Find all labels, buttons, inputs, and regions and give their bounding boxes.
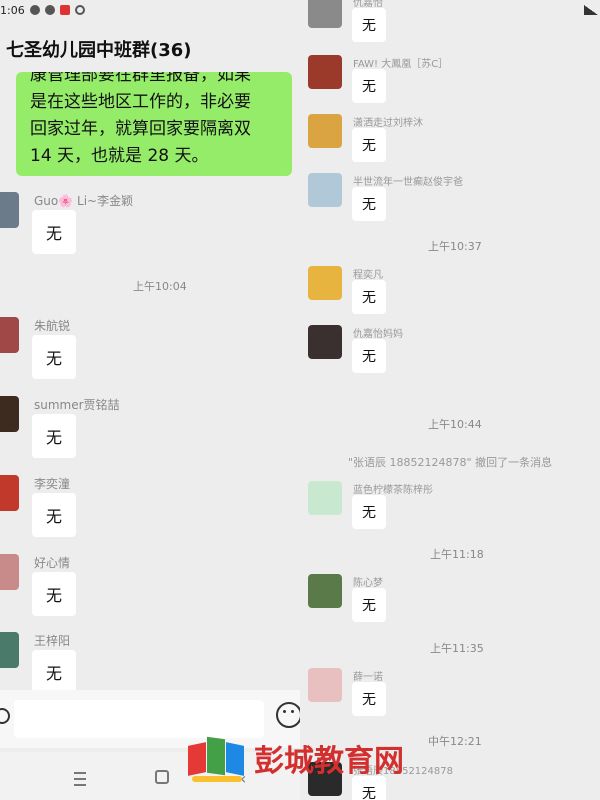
avatar[interactable]: [308, 325, 342, 359]
status-time: 1:06: [0, 3, 25, 17]
sender-name: 好心情: [34, 556, 71, 570]
sender-name: 程奕凡: [353, 270, 383, 281]
sender-name: summer贾铭喆: [34, 398, 120, 412]
message-row: 蓝色柠檬茶陈梓彤 无: [308, 481, 598, 537]
message-row: 仇嘉怡妈妈 无: [308, 325, 598, 381]
message-row: 仇嘉怡 无: [308, 0, 598, 50]
right-chat-pane: 仇嘉怡 无 FAW! 大鳳凰［苏C］ 无 潇洒走过刘梓沐 无 半世流年一世癫赵俊…: [300, 0, 600, 800]
message-bubble[interactable]: 无: [352, 128, 386, 162]
notification-icon: [44, 5, 55, 15]
message-row: 好心情 无: [0, 554, 300, 616]
message-row: 半世流年一世癫赵俊宇爸 无: [308, 173, 598, 229]
recall-notice: "张语辰 18852124878" 撤回了一条消息: [348, 456, 553, 469]
menu-nav-icon[interactable]: [74, 772, 86, 786]
message-bubble[interactable]: 无: [32, 210, 76, 254]
message-bubble[interactable]: 无: [32, 650, 76, 694]
message-row: 陈心梦 无: [308, 574, 598, 630]
message-row: 薛一诺 无: [308, 668, 598, 724]
avatar[interactable]: [308, 481, 342, 515]
emoji-icon[interactable]: [276, 702, 300, 728]
sender-name: 李奕潼: [34, 477, 71, 491]
timestamp: 上午10:37: [428, 240, 482, 253]
message-row: FAW! 大鳳凰［苏C］ 无: [308, 55, 598, 111]
avatar[interactable]: [0, 554, 19, 590]
book-logo-icon: [188, 736, 246, 784]
message-row: 王梓阳 无: [0, 632, 300, 694]
avatar[interactable]: [0, 475, 19, 511]
timestamp: 上午10:04: [133, 280, 187, 293]
timestamp: 上午11:35: [430, 642, 484, 655]
watermark-text: 彭城教育网: [254, 744, 404, 779]
avatar[interactable]: [0, 396, 19, 432]
app-notification-icon: [59, 5, 70, 15]
message-row: summer贾铭喆 无: [0, 396, 300, 458]
message-row: 朱航锐 无: [0, 317, 300, 379]
message-bubble[interactable]: 无: [32, 335, 76, 379]
notification-icon: [29, 5, 40, 15]
sender-name: 蓝色柠檬茶陈梓彤: [353, 485, 433, 496]
message-bubble[interactable]: 无: [352, 69, 386, 103]
home-nav-icon[interactable]: [155, 770, 169, 784]
timestamp: 中午12:21: [428, 735, 482, 748]
avatar[interactable]: [308, 114, 342, 148]
chat-title: 七圣幼儿园中班群(36): [6, 40, 192, 61]
left-chat-pane: 1:06 七圣幼儿园中班群(36) 康管理部要在群里报备，如果 是在这些地区工作…: [0, 0, 300, 800]
sender-name: Guo🌸 Li~李金颖: [34, 194, 134, 208]
message-bubble[interactable]: 无: [352, 339, 386, 373]
sender-name: 潇洒走过刘梓沐: [353, 118, 423, 129]
avatar[interactable]: [0, 317, 19, 353]
message-row: 潇洒走过刘梓沐 无: [308, 114, 598, 170]
message-line: 回家过年，就算回家要隔离双: [30, 119, 251, 139]
sender-name: 仇嘉怡妈妈: [353, 329, 403, 340]
message-row: Guo🌸 Li~李金颖 无: [0, 192, 300, 254]
message-bubble[interactable]: 无: [352, 588, 386, 622]
voice-icon[interactable]: [0, 708, 10, 724]
message-bubble[interactable]: 无: [352, 187, 386, 221]
qq-icon: [74, 5, 85, 15]
message-line: 康管理部要在群里报备，如果: [30, 72, 251, 85]
sender-name: 薛一诺: [353, 672, 383, 683]
sender-name: FAW! 大鳳凰［苏C］: [353, 59, 449, 70]
message-row: 程奕凡 无: [308, 266, 598, 322]
message-row: 李奕潼 无: [0, 475, 300, 537]
message-bubble[interactable]: 无: [32, 572, 76, 616]
message-bubble[interactable]: 无: [32, 414, 76, 458]
avatar[interactable]: [308, 173, 342, 207]
message-line: 是在这些地区工作的，非必要: [30, 92, 251, 112]
avatar[interactable]: [308, 266, 342, 300]
timestamp: 上午11:18: [430, 548, 484, 561]
sender-name: 朱航锐: [34, 319, 71, 333]
timestamp: 上午10:44: [428, 418, 482, 431]
watermark-logo: 彭城教育网: [188, 732, 416, 792]
message-line: 14 天，也就是 28 天。: [30, 146, 209, 166]
sender-name: 王梓阳: [34, 634, 71, 648]
sender-name: 半世流年一世癫赵俊宇爸: [353, 177, 463, 188]
message-bubble[interactable]: 无: [32, 493, 76, 537]
sender-name: 陈心梦: [353, 578, 383, 589]
avatar[interactable]: [308, 668, 342, 702]
message-bubble[interactable]: 无: [352, 8, 386, 42]
status-bar: 1:06: [0, 0, 300, 20]
avatar[interactable]: [308, 574, 342, 608]
message-bubble[interactable]: 无: [352, 495, 386, 529]
avatar[interactable]: [308, 0, 342, 28]
message-bubble[interactable]: 无: [352, 682, 386, 716]
message-bubble-green[interactable]: 康管理部要在群里报备，如果 是在这些地区工作的，非必要 回家过年，就算回家要隔离…: [16, 72, 292, 176]
avatar[interactable]: [0, 192, 19, 228]
avatar[interactable]: [0, 632, 19, 668]
avatar[interactable]: [308, 55, 342, 89]
message-bubble[interactable]: 无: [352, 280, 386, 314]
